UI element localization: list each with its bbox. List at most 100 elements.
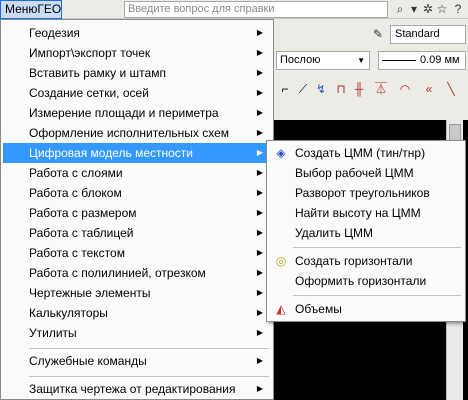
menu-item-label: Оформление исполнительных схем — [29, 126, 230, 140]
menu-item-area-measure[interactable]: Измерение площади и периметра ▶ — [3, 103, 271, 123]
menu-item-label: Работа с блоком — [29, 186, 122, 200]
level-icon[interactable]: ⏄ — [372, 81, 390, 97]
submenu-arrow-icon: ▶ — [256, 168, 263, 177]
menu-item-label: Импорт\экспорт точек — [29, 46, 151, 60]
submenu-item-label: Создать горизонтали — [295, 254, 413, 268]
dtm-submenu: ◈ Создать ЦММ (тин/тнр) Выбор рабочей ЦМ… — [266, 140, 466, 322]
menu-item-label: Утилиты — [29, 326, 77, 340]
submenu-arrow-icon: ▶ — [256, 328, 263, 337]
star-icon[interactable]: ☆ — [434, 1, 450, 18]
arc-icon[interactable]: ◠ — [396, 81, 414, 97]
menu-item-label: Геодезия — [29, 26, 80, 40]
menu-item-label: Измерение площади и периметра — [29, 106, 219, 120]
menu-item-create-grid[interactable]: Создание сетки, осей ▶ — [3, 83, 271, 103]
submenu-arrow-icon: ▶ — [256, 384, 263, 393]
submenu-item-create-dtm[interactable]: ◈ Создать ЦММ (тин/тнр) — [269, 143, 463, 163]
menu-item-import-export[interactable]: Импорт\экспорт точек ▶ — [3, 43, 271, 63]
curve-icon[interactable]: ↯ — [312, 81, 330, 97]
menu-item-label: Работа с таблицей — [29, 226, 134, 240]
submenu-arrow-icon: ▶ — [256, 48, 263, 57]
submenu-arrow-icon: ▶ — [256, 88, 263, 97]
menu-item-geodesy[interactable]: Геодезия ▶ — [3, 23, 271, 43]
submenu-arrow-icon: ▶ — [256, 148, 263, 157]
submenu-item-label: Удалить ЦММ — [295, 226, 374, 240]
submenu-item-flip-triangles[interactable]: Разворот треугольников — [269, 183, 463, 203]
menu-item-drawing-elements[interactable]: Чертежные элементы ▶ — [3, 283, 271, 303]
line-icon[interactable]: ⟋ — [294, 81, 312, 97]
geo-menu: Геодезия ▶ Импорт\экспорт точек ▶ Вставить… — [0, 19, 274, 400]
menu-item-label: Защитка чертежа от редактирования — [29, 382, 236, 396]
menu-item-drawing-protection[interactable]: Защитка чертежа от редактирования ▶ — [3, 379, 271, 399]
menubar: МенюГЕО Введите вопрос для справки ⌕ ▾ ✲… — [0, 0, 468, 19]
menu-item-label: Работа с текстом — [29, 246, 125, 260]
menu-item-tables[interactable]: Работа с таблицей ▶ — [3, 223, 271, 243]
submenu-item-label: Оформить горизонтали — [295, 274, 427, 288]
menu-item-service-commands[interactable]: Служебные команды ▶ — [3, 351, 271, 371]
menu-item-label: Служебные команды — [29, 354, 147, 368]
menu-item-blocks[interactable]: Работа с блоком ▶ — [3, 183, 271, 203]
submenu-separator — [293, 295, 461, 296]
submenu-arrow-icon: ▶ — [256, 128, 263, 137]
chevron-down-icon: ▼ — [357, 56, 365, 65]
help-icon[interactable]: ? — [450, 1, 466, 18]
menu-item-calculators[interactable]: Калькуляторы ▶ — [3, 303, 271, 323]
menu-separator — [29, 376, 269, 377]
submenu-item-volumes[interactable]: ◭ Объемы — [269, 299, 463, 319]
submenu-arrow-icon: ▶ — [256, 188, 263, 197]
submenu-item-label: Разворот треугольников — [295, 186, 430, 200]
polyline-icon[interactable]: ⌐ — [276, 81, 294, 97]
lineweight-sample — [382, 59, 416, 61]
submenu-item-format-contours[interactable]: Оформить горизонтали — [269, 271, 463, 291]
menu-item-text[interactable]: Работа с текстом ▶ — [3, 243, 271, 263]
submenu-item-label: Найти высоту на ЦММ — [295, 206, 421, 220]
submenu-arrow-icon: ▶ — [256, 108, 263, 117]
submenu-item-label: Создать ЦММ (тин/тнр) — [295, 146, 426, 160]
submenu-arrow-icon: ▶ — [256, 208, 263, 217]
menu-item-insert-frame[interactable]: Вставить рамку и штамп ▶ — [3, 63, 271, 83]
menu-item-label: Работа с слоями — [29, 166, 123, 180]
menu-item-label: Работа с размером — [29, 206, 137, 220]
lineweight-dropdown[interactable]: 0.09 мм — [378, 51, 466, 70]
chevrons-icon[interactable]: « — [420, 81, 438, 97]
menu-item-label: Чертежные элементы — [29, 286, 151, 300]
submenu-item-find-height[interactable]: Найти высоту на ЦММ — [269, 203, 463, 223]
menu-item-label: Вставить рамку и штамп — [29, 66, 166, 80]
section-icon[interactable]: ⊓ — [332, 81, 350, 97]
submenu-arrow-icon: ▶ — [256, 68, 263, 77]
submenu-arrow-icon: ▶ — [256, 288, 263, 297]
submenu-item-select-dtm[interactable]: Выбор рабочей ЦММ — [269, 163, 463, 183]
menu-item-label: Создание сетки, осей — [29, 86, 149, 100]
contour-icon: ◎ — [275, 254, 287, 268]
submenu-arrow-icon: ▶ — [256, 28, 263, 37]
volume-icon: ◭ — [276, 302, 286, 316]
submenu-arrow-icon: ▶ — [256, 268, 263, 277]
submenu-item-delete-dtm[interactable]: Удалить ЦММ — [269, 223, 463, 243]
layer-dropdown-value: Послою — [280, 54, 321, 66]
submenu-arrow-icon: ▶ — [256, 248, 263, 257]
submenu-item-label: Объемы — [295, 302, 342, 316]
menu-item-utilities[interactable]: Утилиты ▶ — [3, 323, 271, 343]
submenu-arrow-icon: ▶ — [256, 356, 263, 365]
diagonal-icon[interactable]: ╲ — [442, 81, 460, 97]
grid-icon: ◈ — [276, 146, 286, 160]
menu-item-dtm[interactable]: Цифровая модель местности ▶ — [3, 143, 271, 163]
submenu-item-create-contours[interactable]: ◎ Создать горизонтали — [269, 251, 463, 271]
help-search-input[interactable]: Введите вопрос для справки — [124, 1, 388, 18]
menu-item-label: Цифровая модель местности — [29, 146, 193, 160]
menu-item-polyline[interactable]: Работа с полилинией, отрезком ▶ — [3, 263, 271, 283]
submenu-arrow-icon: ▶ — [256, 228, 263, 237]
menu-item-label: Калькуляторы — [29, 306, 108, 320]
dim-icon[interactable]: ╫ — [350, 81, 368, 97]
submenu-arrow-icon: ▶ — [256, 308, 263, 317]
menu-geo-button[interactable]: МенюГЕО — [0, 0, 62, 19]
menu-item-dimensions[interactable]: Работа с размером ▶ — [3, 203, 271, 223]
layer-dropdown[interactable]: Послою ▼ — [276, 51, 370, 70]
style-icon[interactable]: ✎ — [370, 26, 386, 43]
menu-item-layers[interactable]: Работа с слоями ▶ — [3, 163, 271, 183]
menu-item-exec-schemes[interactable]: Оформление исполнительных схем ▶ — [3, 123, 271, 143]
submenu-item-label: Выбор рабочей ЦММ — [295, 166, 414, 180]
lineweight-value: 0.09 мм — [420, 54, 460, 66]
submenu-separator — [293, 247, 461, 248]
style-dropdown[interactable]: Standard — [390, 25, 466, 44]
menu-item-label: Работа с полилинией, отрезком — [29, 266, 206, 280]
